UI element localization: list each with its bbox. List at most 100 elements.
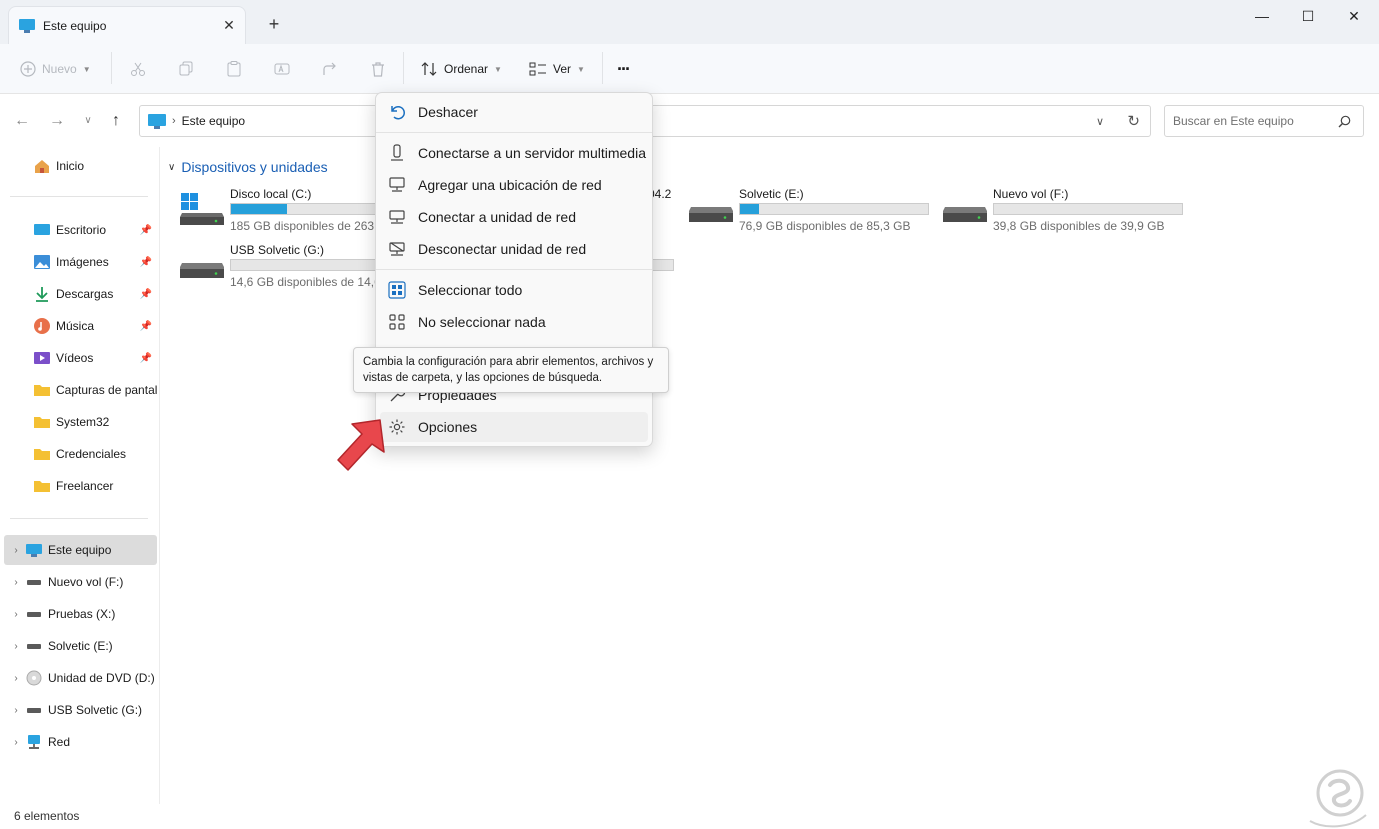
rename-button[interactable] [274,54,290,84]
sidebar-item-system32[interactable]: System32 [0,407,158,437]
chevron-right-icon[interactable]: › [6,609,26,620]
toolbar-divider [602,52,603,84]
close-button[interactable]: ✕ [1331,0,1377,32]
chevron-right-icon[interactable]: › [6,545,26,556]
sidebar-divider [10,196,148,197]
back-button[interactable]: ← [11,111,33,133]
tab-close-button[interactable]: ✕ [217,17,241,34]
copy-button[interactable] [178,54,194,84]
sidebar-item-label: Capturas de pantalla [56,383,158,397]
sidebar-item-este-equipo[interactable]: › Este equipo [4,535,157,565]
solvetic-logo [1309,769,1367,828]
search-input[interactable]: Buscar en Este equipo [1164,105,1364,137]
more-options-button[interactable]: ··· [617,54,631,84]
chevron-right-icon[interactable]: › [6,705,26,716]
drive-tile-e[interactable]: Solvetic (E:) 76,9 GB disponibles de 85,… [689,187,939,237]
chevron-down-icon: ▼ [82,64,91,74]
drive-icon [27,708,41,713]
view-button[interactable]: Ver ▼ [529,54,585,84]
search-placeholder: Buscar en Este equipo [1173,114,1294,128]
forward-button[interactable]: → [46,111,68,133]
sidebar-item-label: Red [48,735,71,749]
menu-item-deshacer[interactable]: Deshacer [380,97,648,127]
sidebar-item-home[interactable]: Inicio [0,151,158,181]
sidebar-item-credenciales[interactable]: Credenciales [0,439,158,469]
delete-button[interactable] [370,54,386,84]
sidebar-item-label: Solvetic (E:) [48,639,113,653]
menu-item-seleccionar-todo[interactable]: Seleccionar todo [380,275,648,305]
drive-tile-f[interactable]: Nuevo vol (F:) 39,8 GB disponibles de 39… [943,187,1193,237]
sidebar-item-dvd[interactable]: › Unidad de DVD (D:) [0,663,158,693]
sidebar-item-label: USB Solvetic (G:) [48,703,143,717]
plus-circle-icon [20,61,36,77]
windows-drive-icon [180,193,224,225]
sidebar-item-videos[interactable]: Vídeos 📌 [0,343,158,373]
sidebar-item-label: Escritorio [56,223,107,237]
sidebar-item-solvetic[interactable]: › Solvetic (E:) [0,631,158,661]
paste-button[interactable] [226,54,242,84]
chevron-right-icon[interactable]: › [6,641,26,652]
drive-icon [180,263,224,278]
chevron-right-icon[interactable]: › [6,673,26,684]
cut-button[interactable] [130,54,146,84]
sidebar-item-imagenes[interactable]: Imágenes 📌 [0,247,158,277]
sidebar-item-freelancer[interactable]: Freelancer [0,471,158,501]
menu-item-desconectar-unidad[interactable]: Desconectar unidad de red [380,234,648,264]
new-button[interactable]: Nuevo ▼ [20,54,91,84]
drive-usage-fill [231,204,288,214]
address-dropdown-icon[interactable]: ∨ [1096,115,1104,128]
sidebar-item-escritorio[interactable]: Escritorio 📌 [0,215,158,245]
sidebar-item-nuevo-vol[interactable]: › Nuevo vol (F:) [0,567,158,597]
tab-este-equipo[interactable]: Este equipo ✕ [8,6,246,44]
sidebar-item-descargas[interactable]: Descargas 📌 [0,279,158,309]
drive-name: Solvetic (E:) [739,187,804,201]
sidebar-item-label: Vídeos [56,351,94,365]
drive-icon [27,644,41,649]
sidebar-item-label: Freelancer [56,479,114,493]
group-title: Dispositivos y unidades [181,159,328,175]
chevron-right-icon[interactable]: › [6,737,26,748]
gear-icon [389,419,405,435]
menu-item-servidor-multimedia[interactable]: Conectarse a un servidor multimedia [380,138,648,168]
disconnect-drive-icon [389,242,405,256]
minimize-button[interactable]: — [1239,0,1285,32]
trash-icon [372,62,384,77]
sidebar-item-pruebas[interactable]: › Pruebas (X:) [0,599,158,629]
sidebar-item-label: Este equipo [48,543,112,557]
recent-locations-button[interactable]: ∨ [77,111,99,133]
drive-name: Nuevo vol (F:) [993,187,1069,201]
undo-icon [391,106,405,120]
music-icon [34,318,50,334]
computer-icon [26,544,42,557]
group-header-devices[interactable]: ∨ Dispositivos y unidades [168,159,328,175]
share-button[interactable] [322,54,338,84]
drive-usage-bar [739,203,929,215]
menu-item-conectar-unidad[interactable]: Conectar a unidad de red [380,202,648,232]
chevron-down-icon: ∨ [168,161,176,173]
sidebar-item-red[interactable]: › Red [0,727,158,757]
menu-item-agregar-ubicacion[interactable]: Agregar una ubicación de red [380,170,648,200]
refresh-icon[interactable]: ↻ [1127,112,1140,130]
rename-icon [274,63,290,75]
new-tab-button[interactable]: + [262,12,286,36]
sidebar-item-label: Inicio [56,159,85,173]
sidebar-item-usb[interactable]: › USB Solvetic (G:) [0,695,158,725]
menu-item-label: Seleccionar todo [418,282,523,298]
map-drive-icon [389,210,405,224]
menu-item-opciones[interactable]: Opciones [380,412,648,442]
pin-icon: 📌 [139,224,152,236]
sidebar-item-label: Imágenes [56,255,109,269]
drive-icon [689,207,733,222]
drive-usage-fill [740,204,759,214]
maximize-button[interactable]: ☐ [1285,0,1331,32]
breadcrumb-este-equipo[interactable]: Este equipo [182,114,245,128]
up-button[interactable]: ↑ [105,111,127,133]
scissors-icon [131,62,145,76]
menu-item-no-seleccionar[interactable]: No seleccionar nada [380,307,648,337]
sidebar-item-musica[interactable]: Música 📌 [0,311,158,341]
sort-button[interactable]: Ordenar ▼ [420,54,502,84]
sidebar-item-capturas[interactable]: Capturas de pantalla [0,375,158,405]
menu-item-label: Desconectar unidad de red [418,241,587,257]
share-icon [323,62,336,75]
chevron-right-icon[interactable]: › [6,577,26,588]
